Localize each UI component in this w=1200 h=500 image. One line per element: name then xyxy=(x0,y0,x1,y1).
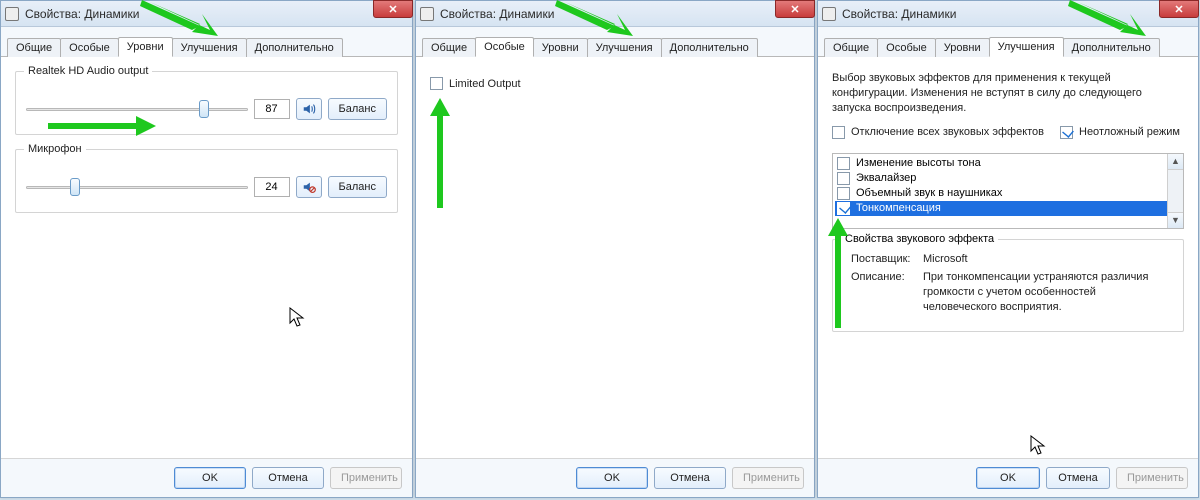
scroll-down-icon[interactable]: ▼ xyxy=(1168,212,1183,228)
apply-button[interactable]: Применить xyxy=(1116,467,1188,489)
tab-body-custom: Limited Output xyxy=(416,57,814,458)
tab-body-enhancements: Выбор звуковых эффектов для применения к… xyxy=(818,57,1198,458)
speaker-window-icon xyxy=(822,7,836,21)
tabs-row: Общие Особые Уровни Улучшения Дополнител… xyxy=(416,27,814,57)
apply-button[interactable]: Применить xyxy=(732,467,804,489)
cursor-icon xyxy=(289,307,305,329)
close-button[interactable]: ✕ xyxy=(775,0,815,18)
tab-custom[interactable]: Особые xyxy=(475,37,534,57)
dialog-buttons: OK Отмена Применить xyxy=(416,458,814,497)
ok-button[interactable]: OK xyxy=(174,467,246,489)
tab-advanced[interactable]: Дополнительно xyxy=(246,38,343,57)
effect-checkbox[interactable] xyxy=(837,172,850,185)
effect-item[interactable]: Эквалайзер xyxy=(835,171,1181,186)
effect-item-selected[interactable]: Тонкомпенсация xyxy=(835,201,1181,216)
intro-text: Выбор звуковых эффектов для применения к… xyxy=(832,71,1184,116)
close-icon: ✕ xyxy=(388,3,397,16)
effect-label: Эквалайзер xyxy=(856,172,916,184)
close-button[interactable]: ✕ xyxy=(373,0,413,18)
effect-properties-group: Свойства звукового эффекта Поставщик: Mi… xyxy=(832,239,1184,332)
dialog-buttons: OK Отмена Применить xyxy=(818,458,1198,497)
titlebar[interactable]: Свойства: Динамики ✕ xyxy=(818,1,1198,27)
speaker-icon xyxy=(302,102,316,116)
description-value: При тонкомпенсации устраняются различия … xyxy=(923,270,1169,315)
effect-checkbox[interactable] xyxy=(837,157,850,170)
mic-volume-slider[interactable] xyxy=(26,180,248,194)
tab-advanced[interactable]: Дополнительно xyxy=(1063,38,1160,57)
close-icon: ✕ xyxy=(790,3,799,16)
output-group-title: Realtek HD Audio output xyxy=(24,65,152,77)
effect-label: Объемный звук в наушниках xyxy=(856,187,1002,199)
tab-enhancements[interactable]: Улучшения xyxy=(989,37,1064,57)
cancel-button[interactable]: Отмена xyxy=(1046,467,1110,489)
speaker-window-icon xyxy=(420,7,434,21)
mute-mic-button[interactable] xyxy=(296,176,322,198)
tab-enhancements[interactable]: Улучшения xyxy=(172,38,247,57)
ok-button[interactable]: OK xyxy=(976,467,1040,489)
titlebar[interactable]: Свойства: Динамики ✕ xyxy=(416,1,814,27)
mic-group: Микрофон 24 Баланс xyxy=(15,149,398,213)
tab-general[interactable]: Общие xyxy=(422,38,476,57)
effect-label: Изменение высоты тона xyxy=(856,157,981,169)
tab-general[interactable]: Общие xyxy=(824,38,878,57)
effects-listbox[interactable]: Изменение высоты тона Эквалайзер Объемны… xyxy=(832,153,1184,229)
tab-enhancements[interactable]: Улучшения xyxy=(587,38,662,57)
mute-output-button[interactable] xyxy=(296,98,322,120)
provider-label: Поставщик: xyxy=(851,252,923,267)
description-label: Описание: xyxy=(851,270,923,315)
slider-thumb[interactable] xyxy=(199,100,209,118)
window-title: Свойства: Динамики xyxy=(440,7,554,21)
effect-label: Тонкомпенсация xyxy=(856,202,941,214)
effect-item[interactable]: Изменение высоты тона xyxy=(835,156,1181,171)
provider-value: Microsoft xyxy=(923,252,968,267)
effect-item[interactable]: Объемный звук в наушниках xyxy=(835,186,1181,201)
mic-volume-value: 24 xyxy=(254,177,290,197)
speaker-window-icon xyxy=(5,7,19,21)
apply-button[interactable]: Применить xyxy=(330,467,402,489)
mic-group-title: Микрофон xyxy=(24,143,86,155)
window-title: Свойства: Динамики xyxy=(25,7,139,21)
tab-levels[interactable]: Уровни xyxy=(118,37,173,57)
urgent-mode-label: Неотложный режим xyxy=(1079,126,1180,138)
ok-button[interactable]: OK xyxy=(576,467,648,489)
cursor-icon xyxy=(1030,435,1046,457)
balance-output-button[interactable]: Баланс xyxy=(328,98,387,120)
speaker-muted-icon xyxy=(302,180,316,194)
tab-general[interactable]: Общие xyxy=(7,38,61,57)
tab-custom[interactable]: Особые xyxy=(877,38,936,57)
effect-properties-title: Свойства звукового эффекта xyxy=(841,233,998,245)
slider-thumb[interactable] xyxy=(70,178,80,196)
close-icon: ✕ xyxy=(1174,3,1183,16)
window-title: Свойства: Динамики xyxy=(842,7,956,21)
tab-custom[interactable]: Особые xyxy=(60,38,119,57)
scroll-up-icon[interactable]: ▲ xyxy=(1168,154,1183,170)
dialog-buttons: OK Отмена Применить xyxy=(1,458,412,497)
tabs-row: Общие Особые Уровни Улучшения Дополнител… xyxy=(818,27,1198,57)
output-group: Realtek HD Audio output 87 Баланс xyxy=(15,71,398,135)
tabs-row: Общие Особые Уровни Улучшения Дополнител… xyxy=(1,27,412,57)
urgent-mode-checkbox[interactable] xyxy=(1060,126,1073,139)
output-volume-slider[interactable] xyxy=(26,102,248,116)
tab-levels[interactable]: Уровни xyxy=(935,38,990,57)
close-button[interactable]: ✕ xyxy=(1159,0,1199,18)
limited-output-label: Limited Output xyxy=(449,78,521,90)
cancel-button[interactable]: Отмена xyxy=(252,467,324,489)
properties-window-custom: Свойства: Динамики ✕ Общие Особые Уровни… xyxy=(415,0,815,498)
disable-all-effects-checkbox[interactable] xyxy=(832,126,845,139)
limited-output-checkbox[interactable] xyxy=(430,77,443,90)
output-volume-value: 87 xyxy=(254,99,290,119)
effect-checkbox[interactable] xyxy=(837,187,850,200)
properties-window-levels: Свойства: Динамики ✕ Общие Особые Уровни… xyxy=(0,0,413,498)
listbox-scrollbar[interactable]: ▲ ▼ xyxy=(1167,154,1183,228)
balance-mic-button[interactable]: Баланс xyxy=(328,176,387,198)
cancel-button[interactable]: Отмена xyxy=(654,467,726,489)
tab-levels[interactable]: Уровни xyxy=(533,38,588,57)
effect-checkbox[interactable] xyxy=(837,202,850,215)
tab-body-levels: Realtek HD Audio output 87 Баланс Микроф… xyxy=(1,57,412,458)
tab-advanced[interactable]: Дополнительно xyxy=(661,38,758,57)
properties-window-enhancements: Свойства: Динамики ✕ Общие Особые Уровни… xyxy=(817,0,1199,498)
disable-all-effects-label: Отключение всех звуковых эффектов xyxy=(851,126,1044,138)
titlebar[interactable]: Свойства: Динамики ✕ xyxy=(1,1,412,27)
